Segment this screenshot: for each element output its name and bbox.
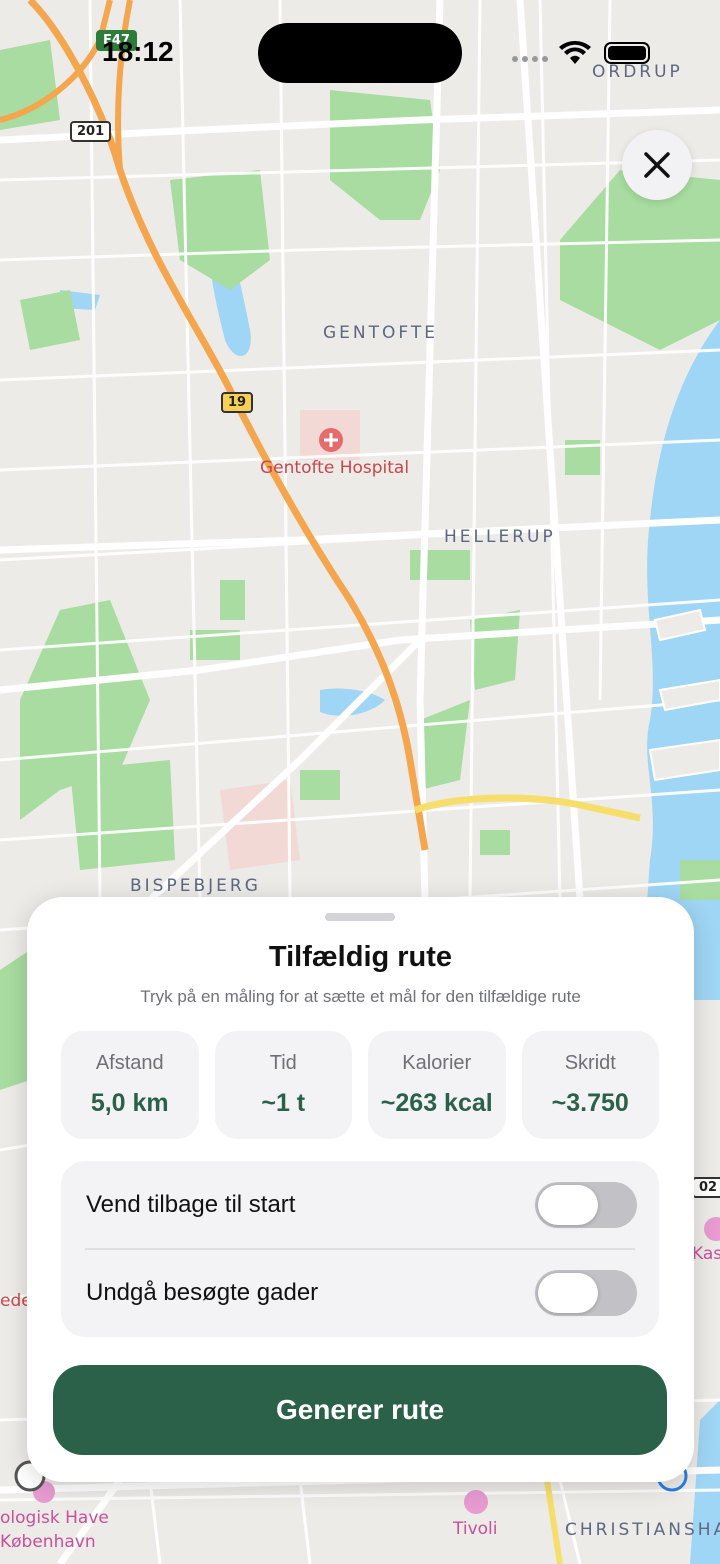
metric-value: 5,0 km	[90, 1089, 169, 1117]
toggle-label: Undgå besøgte gader	[86, 1279, 319, 1306]
toggle-row-avoid-visited-streets: Undgå besøgte gader	[61, 1249, 659, 1337]
status-time: 18:12	[102, 36, 174, 67]
metric-steps[interactable]: Skridt ~3.750	[521, 1031, 659, 1139]
wifi-icon	[559, 41, 591, 64]
metrics-row: Afstand 5,0 km Tid ~1 t Kalorier ~263 kc…	[61, 1031, 659, 1139]
map-label-christianshavn: CHRISTIANSHA	[565, 1520, 720, 1540]
sheet-grabber[interactable]	[325, 913, 395, 921]
map-label-hellerup: HELLERUP	[444, 527, 556, 547]
signal-dots-icon	[512, 56, 548, 62]
poi-label-botanisk-have: ologisk Have	[0, 1508, 109, 1528]
poi-label-kas: Kas	[692, 1244, 720, 1264]
return-to-start-switch[interactable]	[535, 1182, 637, 1228]
metric-label: Tid	[269, 1052, 297, 1074]
dynamic-island	[258, 23, 462, 83]
poi-label-gentofte-hospital: Gentofte Hospital	[260, 458, 410, 478]
sheet-title: Tilfældig rute	[268, 941, 453, 973]
options-group: Vend tilbage til start Undgå besøgte gad…	[61, 1161, 659, 1337]
close-button[interactable]	[622, 130, 692, 200]
map-label-ordrup: ORDRUP	[592, 62, 683, 82]
metric-value: ~1 t	[261, 1089, 306, 1117]
sheet-subtitle: Tryk på en måling for at sætte et mål fo…	[140, 987, 581, 1006]
road-shield-201: 201	[70, 121, 112, 142]
close-icon	[644, 152, 670, 178]
metric-label: Afstand	[95, 1052, 164, 1074]
battery-icon	[604, 42, 650, 64]
road-shield-02: 02	[692, 1177, 720, 1198]
generate-route-button[interactable]: Generer rute	[53, 1365, 667, 1455]
metric-value: ~3.750	[551, 1089, 629, 1117]
metric-calories[interactable]: Kalorier ~263 kcal	[368, 1031, 506, 1139]
metric-distance[interactable]: Afstand 5,0 km	[61, 1031, 199, 1139]
random-route-sheet: Tilfældig rute Tryk på en måling for at …	[27, 897, 694, 1482]
avoid-visited-streets-switch[interactable]	[535, 1270, 637, 1316]
toggle-row-return-to-start: Vend tilbage til start	[61, 1161, 659, 1249]
metric-value: ~263 kcal	[380, 1089, 493, 1117]
toggle-label: Vend tilbage til start	[86, 1191, 296, 1218]
metric-label: Skridt	[564, 1052, 616, 1074]
map-label-bispebjerg: BISPEBJERG	[130, 876, 261, 896]
map-label-gentofte: GENTOFTE	[323, 323, 439, 343]
road-shield-19: 19	[221, 392, 254, 413]
poi-label-kobenhavn: København	[0, 1532, 96, 1552]
poi-label-tivoli: Tivoli	[453, 1519, 498, 1539]
metric-time[interactable]: Tid ~1 t	[214, 1031, 352, 1139]
metric-label: Kalorier	[402, 1052, 472, 1074]
